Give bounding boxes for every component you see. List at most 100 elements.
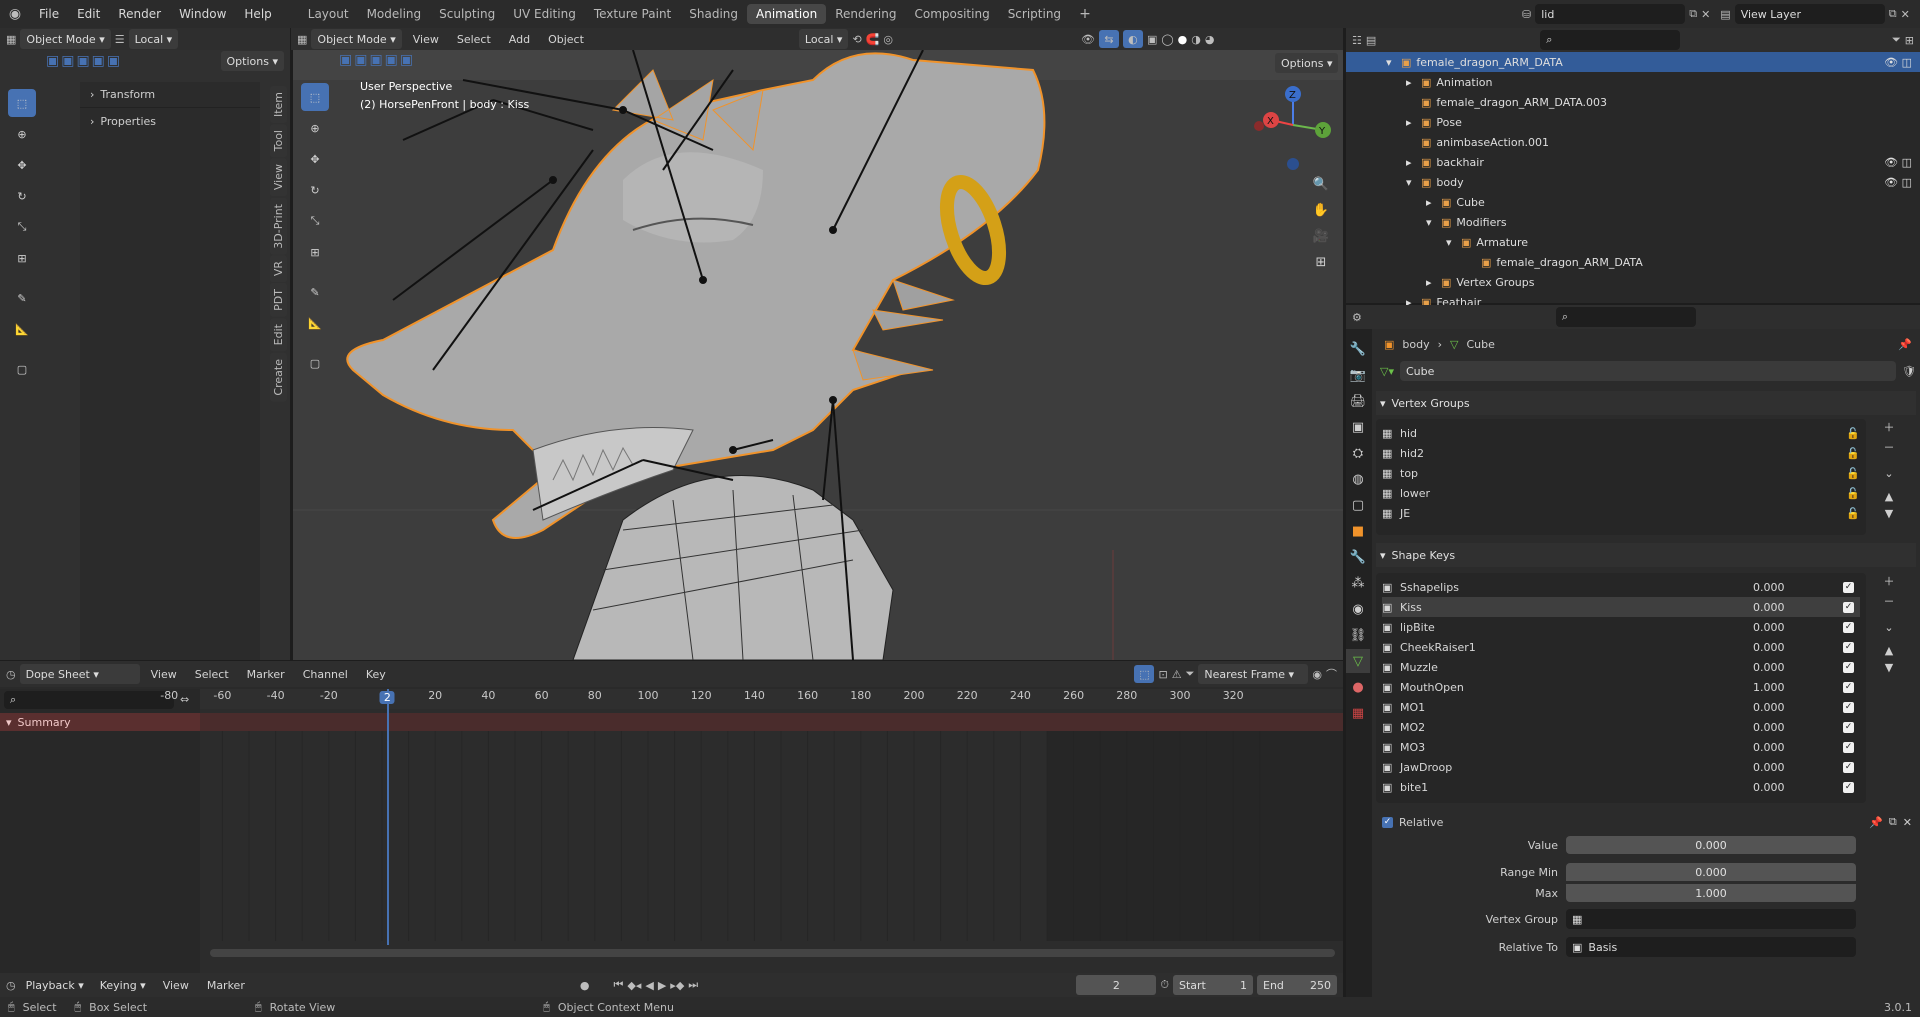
expand-arrow-icon[interactable]: ▸ <box>1426 196 1436 209</box>
filter-icon[interactable]: ⏷ <box>1892 33 1901 47</box>
properties-panel-header[interactable]: › Properties <box>80 108 260 134</box>
shape-key-value[interactable]: 0.000 <box>1753 781 1843 794</box>
display-mode-icon[interactable]: ▤ <box>1366 34 1376 47</box>
left-options-button[interactable]: Options ▾ <box>220 51 284 71</box>
move-tool-icon[interactable]: ✥ <box>301 145 329 173</box>
mesh-browse-icon[interactable]: ▽▾ <box>1380 365 1394 378</box>
menu-channel[interactable]: Channel <box>296 668 355 681</box>
shape-key-item[interactable]: ▣ Kiss 0.000 ✓ <box>1382 597 1860 617</box>
tab-3d-print[interactable]: 3D-Print <box>270 197 287 255</box>
menu-file[interactable]: File <box>30 7 68 21</box>
select-mode-icons[interactable]: ▣▣▣▣▣ <box>46 53 122 69</box>
frame-ruler[interactable]: -80 -60 -40 -20 20 40 60 80 100 120 140 160 180 200 22… <box>160 689 1343 709</box>
left-orientation-dropdown[interactable]: Local ▾ <box>128 29 179 49</box>
add-icon[interactable]: ＋ <box>1884 419 1895 435</box>
outliner-item[interactable]: ▾ ▣ Armature <box>1346 232 1920 252</box>
move-down-icon[interactable]: ▼ <box>1885 661 1893 674</box>
proportional-edit-icon[interactable]: ◎ <box>883 33 893 46</box>
pan-hand-icon[interactable]: ✋ <box>1309 198 1333 222</box>
start-frame-field[interactable]: Start 1 <box>1173 975 1253 995</box>
annotate-tool-icon[interactable]: ✎ <box>301 278 329 306</box>
constraints-icon[interactable]: ⛓ <box>1346 623 1370 647</box>
menu-view[interactable]: View <box>144 668 184 681</box>
eye-icon[interactable]: 👁 ◫ <box>1884 176 1912 189</box>
left-mode-dropdown[interactable]: Object Mode ▾ <box>20 29 111 49</box>
tab-animation[interactable]: Animation <box>747 4 827 24</box>
mesh-data-icon[interactable]: ▽ <box>1346 649 1370 673</box>
rendered-shading-icon[interactable]: ◕ <box>1205 33 1215 46</box>
lock-icon[interactable]: 🔓 <box>1846 487 1860 500</box>
physics-icon[interactable]: ◉ <box>1346 597 1370 621</box>
tab-shading[interactable]: Shading <box>680 4 747 24</box>
expand-arrow-icon[interactable]: ▾ <box>1386 56 1396 69</box>
editor-type-icon[interactable]: ☷ <box>1352 34 1362 47</box>
shape-key-item[interactable]: ▣ Muzzle 0.000 ✓ <box>1382 657 1860 677</box>
material-icon[interactable]: ● <box>1346 675 1370 699</box>
vertex-group-item[interactable]: ▦ hid 🔓 <box>1382 423 1860 443</box>
outliner-item[interactable]: ▸ ▣ Animation <box>1346 72 1920 92</box>
preview-range-icon[interactable]: ⏱ <box>1160 978 1169 992</box>
playback-menu[interactable]: Playback ▾ <box>20 975 90 995</box>
shape-key-item[interactable]: ▣ MO2 0.000 ✓ <box>1382 717 1860 737</box>
object-icon[interactable]: ■ <box>1346 519 1370 543</box>
measure-tool-icon[interactable]: 📐 <box>301 309 329 337</box>
snap-dropdown[interactable]: Nearest Frame ▾ <box>1198 664 1309 684</box>
expand-arrow-icon[interactable]: ▸ <box>1406 116 1416 129</box>
hamburger-icon[interactable]: ☰ <box>115 33 125 46</box>
pin-shape-icon[interactable]: 📌 <box>1869 816 1883 829</box>
end-frame-field[interactable]: End 250 <box>1257 975 1337 995</box>
ortho-grid-icon[interactable]: ⊞ <box>1309 250 1333 274</box>
properties-search[interactable]: ⌕ <box>1555 307 1696 327</box>
menu-help[interactable]: Help <box>235 7 280 21</box>
tab-tool[interactable]: Tool <box>270 124 287 158</box>
transform-panel-header[interactable]: › Transform <box>80 82 260 108</box>
horizontal-scrollbar[interactable] <box>210 949 1335 957</box>
navigation-gizmo[interactable]: Z Y X <box>1253 80 1333 170</box>
shape-key-item[interactable]: ▣ bite1 0.000 ✓ <box>1382 777 1860 797</box>
range-min-field[interactable]: 0.000 <box>1566 863 1856 881</box>
tab-compositing[interactable]: Compositing <box>905 4 998 24</box>
menu-view[interactable]: View <box>156 979 196 992</box>
current-frame-indicator[interactable]: 2 <box>379 691 395 704</box>
menu-render[interactable]: Render <box>109 7 170 21</box>
outliner-item[interactable]: ▾ ▣ female_dragon_ARM_DATA 👁 ◫ <box>1346 52 1920 72</box>
add-cube-tool-icon[interactable]: ▢ <box>301 349 329 377</box>
shape-key-mute-checkbox[interactable]: ✓ <box>1843 621 1854 633</box>
shape-key-mute-checkbox[interactable]: ✓ <box>1843 661 1854 673</box>
channel-search[interactable]: ⌕ <box>4 691 174 709</box>
proportional-icon[interactable]: ◉ <box>1312 668 1322 681</box>
current-frame-field[interactable]: 2 <box>1076 975 1157 995</box>
material-shading-icon[interactable]: ◑ <box>1191 33 1201 46</box>
pivot-icon[interactable]: ⟲ <box>852 33 861 46</box>
swap-icon[interactable]: ⇔ <box>180 693 189 706</box>
jump-start-icon[interactable]: ⏮ <box>613 978 623 992</box>
shape-key-mute-checkbox[interactable]: ✓ <box>1843 761 1854 773</box>
outliner-item[interactable]: ▣ female_dragon_ARM_DATA <box>1346 252 1920 272</box>
particles-icon[interactable]: ⁂ <box>1346 571 1370 595</box>
world-icon[interactable]: ◍ <box>1346 467 1370 491</box>
keyframe-region[interactable]: -80 -60 -40 -20 20 40 60 80 100 120 140 160 180 200 22… <box>160 689 1343 973</box>
outliner-item[interactable]: ▣ female_dragon_ARM_DATA.003 <box>1346 92 1920 112</box>
shape-key-item[interactable]: ▣ CheekRaiser1 0.000 ✓ <box>1382 637 1860 657</box>
expand-arrow-icon[interactable]: ▾ <box>1406 176 1416 189</box>
remove-icon[interactable]: － <box>1884 439 1895 455</box>
shape-key-item[interactable]: ▣ MO1 0.000 ✓ <box>1382 697 1860 717</box>
shape-key-mute-checkbox[interactable]: ✓ <box>1843 641 1854 653</box>
menu-select[interactable]: Select <box>450 33 498 46</box>
chevron-down-icon[interactable]: ⌄ <box>1884 621 1893 634</box>
clear-icon[interactable]: ✕ <box>1903 816 1912 829</box>
select-mode-icons[interactable]: ▣▣▣▣▣ <box>339 52 415 68</box>
shape-key-mute-checkbox[interactable]: ✓ <box>1843 741 1854 753</box>
summary-channel[interactable]: ▾ Summary <box>0 713 200 731</box>
dope-sheet-mode-dropdown[interactable]: Dope Sheet ▾ <box>19 664 140 684</box>
lock-icon[interactable]: 🔓 <box>1846 427 1860 440</box>
tab-modeling[interactable]: Modeling <box>358 4 431 24</box>
main-mode-dropdown[interactable]: Object Mode ▾ <box>311 29 402 49</box>
play-reverse-icon[interactable]: ◀ <box>645 979 653 992</box>
shape-key-item[interactable]: ▣ lipBite 0.000 ✓ <box>1382 617 1860 637</box>
outliner-item[interactable]: ▸ ▣ Cube <box>1346 192 1920 212</box>
xray-icon[interactable]: ▣ <box>1147 33 1157 46</box>
tab-edit[interactable]: Edit <box>270 318 287 352</box>
editor-type-icon[interactable]: ◷ <box>6 668 16 681</box>
shape-key-value[interactable]: 1.000 <box>1753 681 1843 694</box>
